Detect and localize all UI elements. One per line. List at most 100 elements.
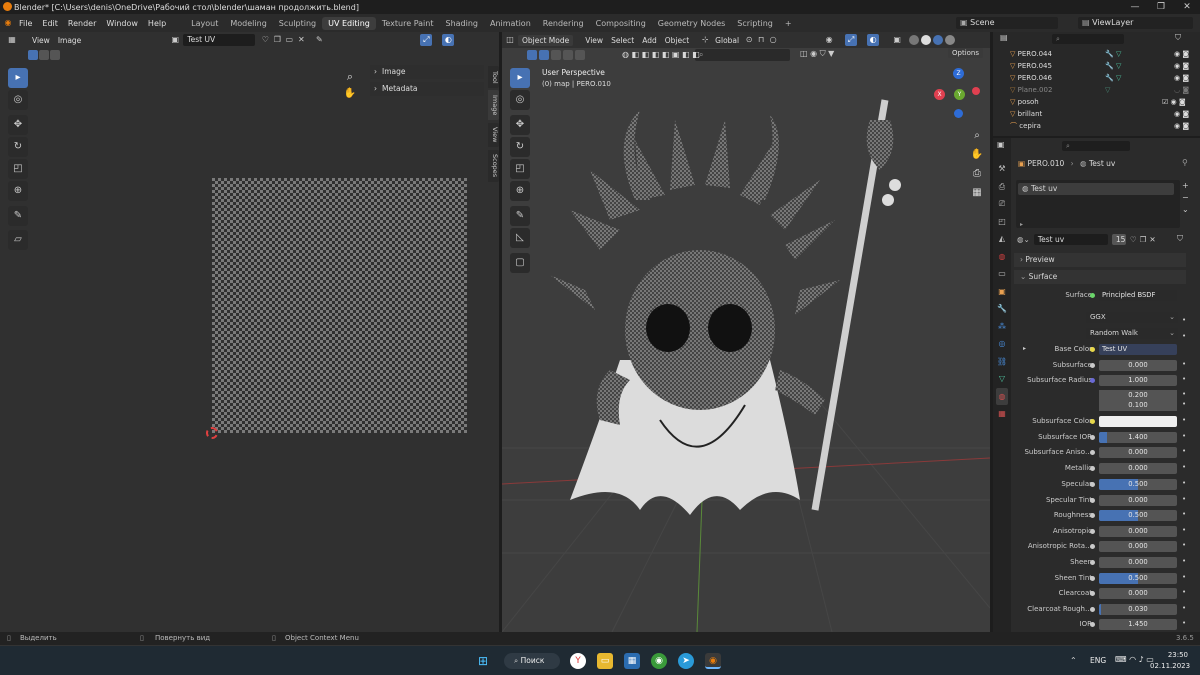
editor-type-icon[interactable]: ▦ xyxy=(6,34,18,46)
menu-edit[interactable]: Edit xyxy=(37,19,63,28)
outliner-item[interactable]: ▽ PERO.044 🔧 ▽ ◉ ◙ xyxy=(1010,48,1195,60)
file-explorer-icon[interactable]: ▭ xyxy=(597,653,613,669)
outliner-filter-icon[interactable]: ⛉ xyxy=(1175,33,1181,43)
bsdf-keyframe-dot[interactable]: • xyxy=(1182,479,1186,487)
bsdf-socket-icon[interactable] xyxy=(1090,466,1095,471)
bsdf-keyframe-dot[interactable]: • xyxy=(1182,360,1186,368)
bsdf-param-value-field[interactable]: 1.000 xyxy=(1099,375,1177,386)
gizmo-y-axis[interactable]: Y xyxy=(954,89,965,100)
uv-display-icon[interactable]: ◐ xyxy=(442,34,455,46)
microsoft-store-icon[interactable]: ▦ xyxy=(624,653,640,669)
bsdf-param-value-field[interactable] xyxy=(1099,416,1177,427)
grab-tool-icon[interactable]: ▱ xyxy=(8,230,28,250)
properties-search[interactable]: ⌕ xyxy=(1062,141,1130,151)
bsdf-param-value-field[interactable]: 0.000 xyxy=(1099,495,1177,506)
bsdf-socket-icon[interactable] xyxy=(1090,529,1095,534)
tab-texture-paint[interactable]: Texture Paint xyxy=(376,17,440,30)
uv-menu-image[interactable]: Image xyxy=(54,35,86,46)
bsdf-socket-icon[interactable] xyxy=(1090,498,1095,503)
pivot-icon[interactable]: ⊙ xyxy=(743,34,755,46)
add-workspace-button[interactable]: + xyxy=(779,17,798,30)
view-layer-tab-icon[interactable]: ◰ xyxy=(996,213,1008,231)
bsdf-param-value-field[interactable]: 1.450 xyxy=(1099,619,1177,630)
material-fake-user-icon[interactable]: ♡ xyxy=(1130,235,1137,244)
bsdf-param-value-field[interactable]: 0.000 xyxy=(1099,526,1177,537)
ortho-toggle-icon[interactable]: ▦ xyxy=(969,183,985,202)
outliner-search[interactable]: ⌕ xyxy=(1052,34,1124,44)
outliner-editor-icon[interactable]: ▤ xyxy=(1000,33,1008,42)
close-button[interactable]: ✕ xyxy=(1174,0,1200,14)
bsdf-keyframe-dot[interactable]: • xyxy=(1182,588,1186,596)
bsdf-socket-icon[interactable] xyxy=(1090,378,1095,383)
navigation-gizmo[interactable]: Z X Y xyxy=(932,68,986,122)
tab-view[interactable]: View xyxy=(488,123,499,147)
bsdf-keyframe-dot[interactable]: • xyxy=(1182,432,1186,440)
scene-tab-icon[interactable]: ◭ xyxy=(996,230,1008,248)
new-image-icon[interactable]: ❐ xyxy=(271,34,283,46)
tab-uv-editing[interactable]: UV Editing xyxy=(322,16,376,30)
slot-remove-icon[interactable]: − xyxy=(1182,192,1189,204)
bsdf-socket-icon[interactable] xyxy=(1090,576,1095,581)
bsdf-socket-icon[interactable] xyxy=(1090,544,1095,549)
visibility-icon[interactable]: ◉ xyxy=(823,34,835,46)
render-tab-icon[interactable]: ⎙ xyxy=(996,178,1008,196)
bsdf-param-value-field[interactable]: 0.030 xyxy=(1099,604,1177,615)
uv-sync-icon[interactable]: ⤢ xyxy=(420,34,433,46)
tool-tab-icon[interactable]: ⚒ xyxy=(996,160,1008,178)
viewport-menu-add[interactable]: Add xyxy=(638,35,661,46)
npanel-metadata[interactable]: › Metadata xyxy=(370,82,484,96)
output-tab-icon[interactable]: ⎚ xyxy=(996,195,1008,213)
menu-help[interactable]: Help xyxy=(143,19,171,28)
image-name-field[interactable]: Test UV xyxy=(183,34,256,46)
input-language[interactable]: ENG xyxy=(1090,656,1106,665)
uv-menu-view[interactable]: View xyxy=(28,35,54,46)
bsdf-keyframe-dot[interactable]: • xyxy=(1182,447,1186,455)
material-unlink-icon[interactable]: ✕ xyxy=(1149,235,1155,244)
scene-selector[interactable]: ▣ Scene xyxy=(956,17,1058,29)
tab-sculpting[interactable]: Sculpting xyxy=(273,17,322,30)
blender-menu-icon[interactable]: ◉ xyxy=(2,17,14,29)
sss-method-dropdown[interactable]: Random Walk ⌄ xyxy=(1086,328,1178,339)
bsdf-param-value-field[interactable]: 0.000 xyxy=(1099,447,1177,458)
proportional-icon[interactable]: ○ xyxy=(767,34,779,46)
particles-tab-icon[interactable]: ⁂ xyxy=(996,318,1008,336)
fake-user-icon[interactable]: ♡ xyxy=(259,34,271,46)
object-tab-icon[interactable]: ▣ xyxy=(996,283,1008,301)
bsdf-keyframe-dot[interactable]: • xyxy=(1182,390,1186,398)
clock-time[interactable]: 23:50 xyxy=(1162,651,1188,659)
blender-taskbar-icon[interactable]: ◉ xyxy=(705,653,721,669)
texture-tab-icon[interactable]: ▦ xyxy=(996,405,1008,423)
distribution-dropdown[interactable]: GGX ⌄ xyxy=(1086,312,1178,323)
bsdf-socket-icon[interactable] xyxy=(1090,435,1095,440)
image-browse-icon[interactable]: ▣ xyxy=(169,34,181,46)
pan-hand-icon[interactable]: ✋ xyxy=(343,88,357,102)
outliner-item[interactable]: ▽ PERO.045 🔧 ▽ ◉ ◙ xyxy=(1010,60,1195,72)
telegram-icon[interactable]: ➤ xyxy=(678,653,694,669)
bsdf-socket-icon[interactable] xyxy=(1090,622,1095,627)
windows-start-icon[interactable]: ⊞ xyxy=(475,653,491,669)
taskbar-search[interactable]: ⌕ Поиск xyxy=(504,653,560,669)
bsdf-param-value-field[interactable]: 0.000 xyxy=(1099,360,1177,371)
overlay-toggle-icon[interactable]: ◐ xyxy=(867,34,880,46)
tab-compositing[interactable]: Compositing xyxy=(590,17,652,30)
tab-scripting[interactable]: Scripting xyxy=(731,17,779,30)
bsdf-socket-icon[interactable] xyxy=(1090,419,1095,424)
solid-shading-icon[interactable] xyxy=(921,35,932,45)
move-tool-icon[interactable]: ✥ xyxy=(8,115,28,135)
material-name-field[interactable]: Test uv xyxy=(1033,234,1108,245)
gizmo-z-axis[interactable]: Z xyxy=(953,68,964,79)
tab-tool[interactable]: Tool xyxy=(488,66,499,88)
viewport-menu-object[interactable]: Object xyxy=(661,35,693,46)
bsdf-param-value-field[interactable]: 0.100 xyxy=(1099,400,1177,411)
outliner-item[interactable]: ▽ PERO.046 🔧 ▽ ◉ ◙ xyxy=(1010,72,1195,84)
zoom-icon[interactable]: ⌕ xyxy=(343,70,357,84)
constraints-tab-icon[interactable]: ⛓ xyxy=(996,353,1008,371)
bsdf-keyframe-dot[interactable]: • xyxy=(1182,573,1186,581)
bsdf-socket-icon[interactable] xyxy=(1090,363,1095,368)
modifier-tab-icon[interactable]: 🔧 xyxy=(996,300,1008,318)
bsdf-param-value-field[interactable]: 0.000 xyxy=(1099,541,1177,552)
viewlayer-selector[interactable]: ▤ ViewLayer xyxy=(1078,17,1193,29)
orientation-icon[interactable]: ⊹ xyxy=(699,34,711,46)
bsdf-socket-icon[interactable] xyxy=(1090,607,1095,612)
viewport-pan-icon[interactable]: ✋ xyxy=(969,145,985,164)
